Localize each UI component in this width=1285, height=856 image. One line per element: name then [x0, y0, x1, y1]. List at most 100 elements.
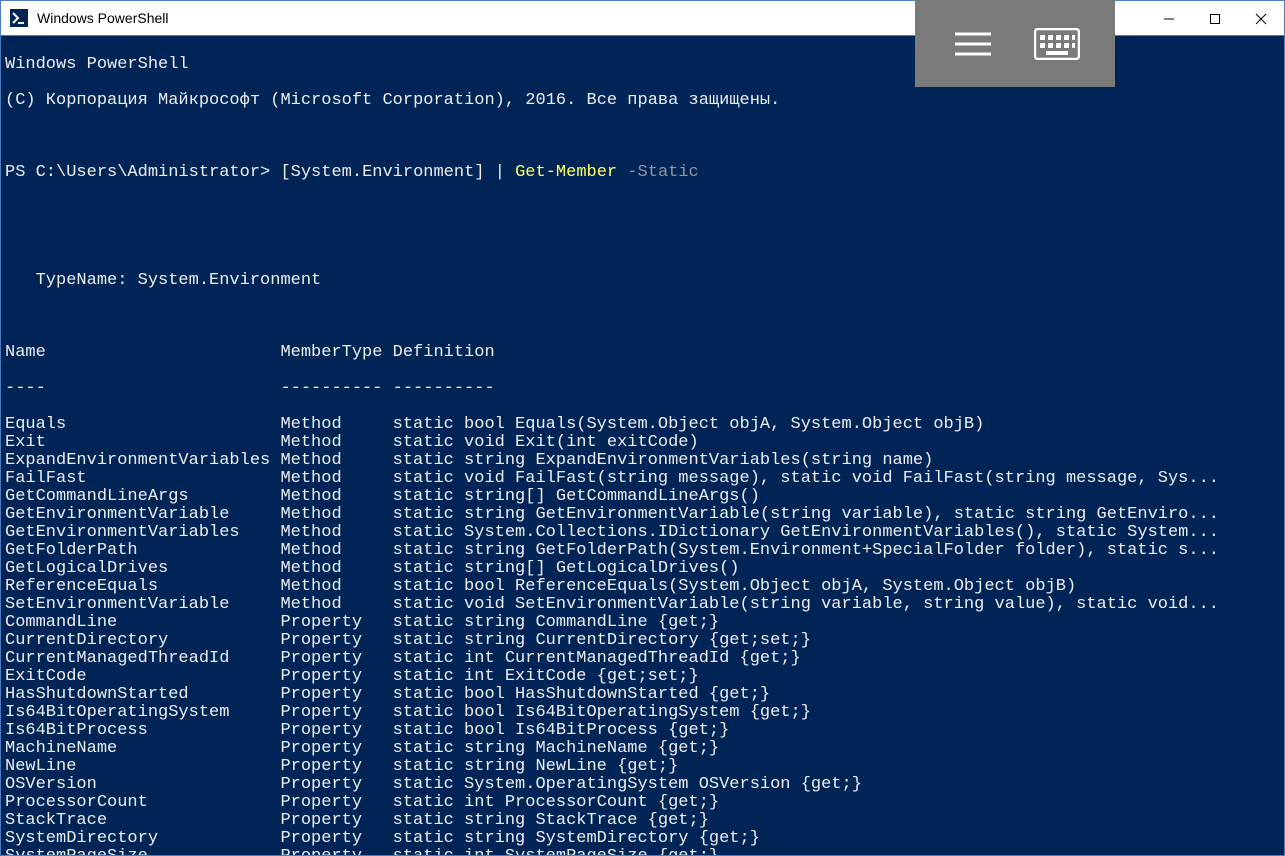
member-type: Property: [280, 686, 392, 704]
table-row: CommandLinePropertystatic string Command…: [5, 614, 1280, 632]
member-type: Method: [280, 434, 392, 452]
member-definition: static void FailFast(string message), st…: [393, 470, 1219, 488]
member-name: Equals: [5, 416, 280, 434]
member-type: Property: [280, 812, 392, 830]
member-type: Property: [280, 668, 392, 686]
table-row: CurrentDirectoryPropertystatic string Cu…: [5, 632, 1280, 650]
table-row: MachineNamePropertystatic string Machine…: [5, 740, 1280, 758]
member-type: Method: [280, 470, 392, 488]
member-definition: static System.OperatingSystem OSVersion …: [393, 776, 862, 794]
col-def-header: Definition: [393, 344, 495, 362]
member-type: Method: [280, 578, 392, 596]
member-name: CurrentManagedThreadId: [5, 650, 280, 668]
blank-line: [5, 128, 1280, 146]
on-screen-keyboard-button[interactable]: [1031, 18, 1083, 70]
powershell-window: Windows PowerShell Windows PowerShell (C…: [0, 0, 1285, 856]
member-type: Property: [280, 794, 392, 812]
cmdlet-param: -Static: [617, 163, 699, 182]
type-literal: [System.Environment]: [280, 163, 484, 182]
member-type: Property: [280, 830, 392, 848]
table-row: Is64BitOperatingSystemPropertystatic boo…: [5, 704, 1280, 722]
member-type: Property: [280, 758, 392, 776]
col-type-header: MemberType: [280, 344, 392, 362]
table-row: GetCommandLineArgsMethodstatic string[] …: [5, 488, 1280, 506]
hamburger-menu-button[interactable]: [947, 18, 999, 70]
member-definition: static void Exit(int exitCode): [393, 434, 699, 452]
member-definition: static System.Collections.IDictionary Ge…: [393, 524, 1219, 542]
table-row: GetLogicalDrivesMethodstatic string[] Ge…: [5, 560, 1280, 578]
cmdlet-name: Get-Member: [515, 163, 617, 182]
member-definition: static bool Is64BitProcess {get;}: [393, 722, 730, 740]
member-name: StackTrace: [5, 812, 280, 830]
member-type: Method: [280, 596, 392, 614]
member-name: OSVersion: [5, 776, 280, 794]
member-definition: static int CurrentManagedThreadId {get;}: [393, 650, 801, 668]
member-name: SystemPageSize: [5, 848, 280, 855]
table-row: ProcessorCountPropertystatic int Process…: [5, 794, 1280, 812]
member-definition: static string CurrentDirectory {get;set;…: [393, 632, 811, 650]
member-type: Property: [280, 650, 392, 668]
command-line: PS C:\Users\Administrator> [System.Envir…: [5, 164, 1280, 182]
member-definition: static void SetEnvironmentVariable(strin…: [393, 596, 1219, 614]
member-name: GetFolderPath: [5, 542, 280, 560]
member-name: ExpandEnvironmentVariables: [5, 452, 280, 470]
member-name: SystemDirectory: [5, 830, 280, 848]
minimize-button[interactable]: [1146, 1, 1192, 36]
col-def-sep: ----------: [393, 380, 495, 398]
member-type: Method: [280, 488, 392, 506]
terminal-copyright-line: (C) Корпорация Майкрософт (Microsoft Cor…: [5, 92, 1280, 110]
member-type: Property: [280, 614, 392, 632]
member-name: Is64BitProcess: [5, 722, 280, 740]
window-controls: [1146, 1, 1284, 36]
table-row: SetEnvironmentVariableMethodstatic void …: [5, 596, 1280, 614]
member-type: Property: [280, 722, 392, 740]
prompt-text: PS C:\Users\Administrator>: [5, 163, 270, 182]
member-name: MachineName: [5, 740, 280, 758]
member-definition: static int SystemPageSize {get;}: [393, 848, 719, 855]
member-definition: static string GetFolderPath(System.Envir…: [393, 542, 1219, 560]
table-row: OSVersionPropertystatic System.Operating…: [5, 776, 1280, 794]
table-row: ExitCodePropertystatic int ExitCode {get…: [5, 668, 1280, 686]
table-header-row: NameMemberTypeDefinition: [5, 344, 1280, 362]
member-name: FailFast: [5, 470, 280, 488]
table-row: ReferenceEqualsMethodstatic bool Referen…: [5, 578, 1280, 596]
table-row: CurrentManagedThreadIdPropertystatic int…: [5, 650, 1280, 668]
member-type: Method: [280, 452, 392, 470]
member-definition: static bool Equals(System.Object objA, S…: [393, 416, 985, 434]
member-type: Method: [280, 506, 392, 524]
member-name: Is64BitOperatingSystem: [5, 704, 280, 722]
member-definition: static int ExitCode {get;set;}: [393, 668, 699, 686]
member-name: GetEnvironmentVariables: [5, 524, 280, 542]
terminal-output[interactable]: Windows PowerShell (C) Корпорация Майкро…: [1, 36, 1284, 855]
window-title: Windows PowerShell: [37, 10, 169, 26]
member-name: CommandLine: [5, 614, 280, 632]
member-type: Method: [280, 560, 392, 578]
member-definition: static string GetEnvironmentVariable(str…: [393, 506, 1219, 524]
member-type: Property: [280, 848, 392, 855]
table-row: GetEnvironmentVariablesMethodstatic Syst…: [5, 524, 1280, 542]
member-name: HasShutdownStarted: [5, 686, 280, 704]
member-definition: static string NewLine {get;}: [393, 758, 679, 776]
table-row: NewLinePropertystatic string NewLine {ge…: [5, 758, 1280, 776]
member-type: Property: [280, 776, 392, 794]
blank-line: [5, 236, 1280, 254]
member-type: Method: [280, 542, 392, 560]
member-type: Property: [280, 740, 392, 758]
member-name: GetCommandLineArgs: [5, 488, 280, 506]
member-definition: static string[] GetLogicalDrives(): [393, 560, 740, 578]
pipe-operator: |: [485, 163, 516, 182]
powershell-icon: [9, 8, 29, 28]
close-button[interactable]: [1238, 1, 1284, 36]
member-name: GetLogicalDrives: [5, 560, 280, 578]
table-row: HasShutdownStartedPropertystatic bool Ha…: [5, 686, 1280, 704]
member-name: NewLine: [5, 758, 280, 776]
typename-line: TypeName: System.Environment: [5, 272, 1280, 290]
table-row: FailFastMethodstatic void FailFast(strin…: [5, 470, 1280, 488]
member-definition: static int ProcessorCount {get;}: [393, 794, 719, 812]
table-row: StackTracePropertystatic string StackTra…: [5, 812, 1280, 830]
member-definition: static string StackTrace {get;}: [393, 812, 709, 830]
maximize-button[interactable]: [1192, 1, 1238, 36]
member-definition: static string SystemDirectory {get;}: [393, 830, 760, 848]
table-row: ExitMethodstatic void Exit(int exitCode): [5, 434, 1280, 452]
member-name: ExitCode: [5, 668, 280, 686]
